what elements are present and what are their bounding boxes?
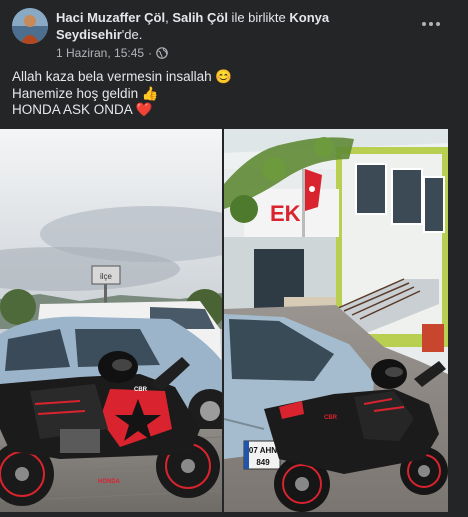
post-date[interactable]: 1 Haziran, 15:45 [56,46,144,60]
post-body: Allah kaza bela vermesin insallah 😊 Hane… [12,69,456,119]
bike-brand-text: HONDA [98,479,121,485]
post-card: Haci Muzaffer Çöl, Salih Çöl ile birlikt… [0,0,468,517]
plate-line-2: 849 [256,458,270,467]
photo-right[interactable]: EK 07 AHN 849 CBR [224,129,448,512]
photo-left[interactable]: ilçe HONDA CBR [0,129,222,512]
with-text: ile birlikte [227,10,290,25]
plate-line-1: 07 AHN [249,446,277,455]
post-text-line: HONDA ASK ONDA ❤️ [12,102,153,117]
post-header: Haci Muzaffer Çöl, Salih Çöl ile birlikt… [12,8,456,62]
avatar[interactable] [12,8,48,44]
place-suffix: 'de. [121,27,143,42]
author-link[interactable]: Haci Muzaffer Çöl [56,10,165,25]
meta-dot: · [148,46,153,60]
photo-grid: ilçe HONDA CBR EK 07 AHN 849 CBR [0,129,468,512]
tagged-user-link[interactable]: Salih Çöl [172,10,228,25]
right-bike-model-text: CBR [324,415,338,421]
more-options-icon[interactable] [416,12,446,36]
post-text-line: Allah kaza bela vermesin insallah 😊 [12,69,233,84]
sign-text: ilçe [100,272,113,281]
building-sign-text: EK [270,201,301,226]
post-text-line: Hanemize hoş geldin 👍 [12,85,159,101]
post-meta: 1 Haziran, 15:45 · [56,46,168,60]
bike-model-text: CBR [134,387,148,393]
globe-icon [156,47,168,59]
post-header-text: Haci Muzaffer Çöl, Salih Çöl ile birlikt… [56,9,406,43]
